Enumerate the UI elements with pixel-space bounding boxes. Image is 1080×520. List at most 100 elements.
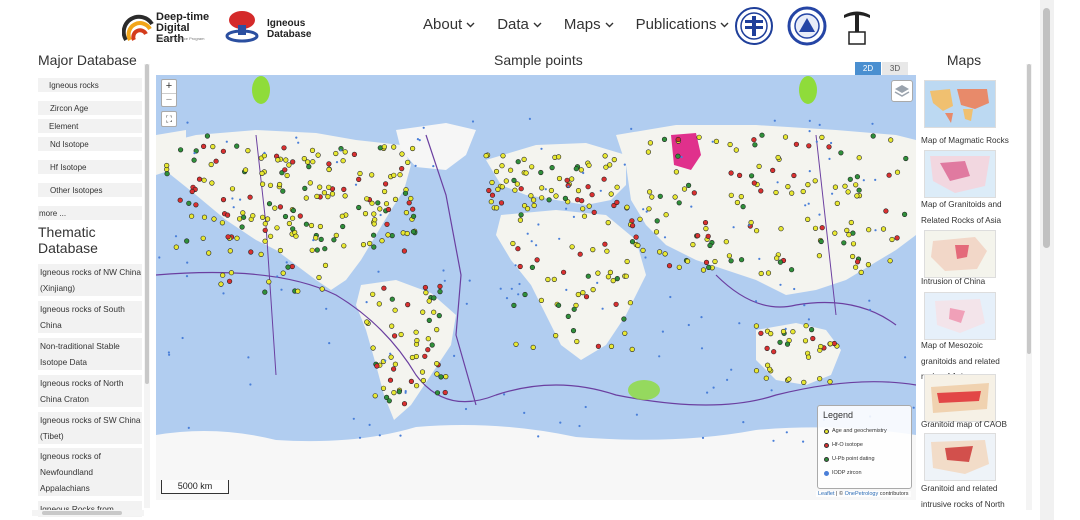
sample-point[interactable] [220,272,226,278]
sample-point[interactable] [377,206,383,212]
sample-point[interactable] [695,233,701,239]
iodp-point[interactable] [222,292,225,295]
sample-point[interactable] [810,335,816,342]
iodp-point[interactable] [644,256,647,259]
sample-point[interactable] [370,345,376,351]
map-thumbnail-granitoids-asia[interactable] [924,150,996,198]
sample-point[interactable] [357,170,363,177]
sample-point[interactable] [204,133,211,139]
sample-point[interactable] [362,211,369,217]
toggle-3d-button[interactable]: 3D [882,62,908,75]
iodp-point[interactable] [700,316,703,319]
sample-point[interactable] [397,172,403,178]
sample-point[interactable] [832,184,839,190]
sample-point[interactable] [370,291,376,297]
sample-point[interactable] [414,383,420,389]
iodp-point[interactable] [793,287,796,291]
sample-point[interactable] [356,176,362,182]
sample-point[interactable] [392,196,399,202]
sample-point[interactable] [267,233,274,239]
iodp-point[interactable] [701,436,705,439]
sample-point[interactable] [341,186,347,192]
sample-point[interactable] [886,172,892,178]
iodp-point[interactable] [505,297,509,300]
sample-point[interactable] [738,193,744,200]
sample-point[interactable] [791,172,797,179]
sample-point[interactable] [614,199,620,205]
sample-point[interactable] [290,215,296,221]
sample-point[interactable] [595,270,601,276]
sample-point[interactable] [728,192,734,198]
sample-point[interactable] [178,147,184,153]
sample-point[interactable] [676,264,682,270]
sample-point[interactable] [607,269,614,275]
sample-point[interactable] [738,257,745,263]
sample-point[interactable] [308,222,315,229]
leaflet-link[interactable]: Leaflet [818,491,835,497]
sample-point[interactable] [887,258,893,264]
iodp-point[interactable] [365,301,368,304]
iodp-point[interactable] [572,215,575,218]
major-item-zircon-age[interactable]: Zircon Age [38,101,142,115]
sample-point[interactable] [429,342,435,348]
sample-point[interactable] [259,214,266,220]
institution-emblem-3-icon[interactable] [840,6,874,50]
sample-point[interactable] [411,213,417,219]
sample-point[interactable] [515,159,521,165]
sample-point[interactable] [590,287,596,293]
map-thumbnail-intrusion-china[interactable] [924,230,996,278]
sample-point[interactable] [389,296,395,302]
iodp-point[interactable] [669,295,672,299]
sample-point[interactable] [201,214,208,220]
sample-point[interactable] [728,170,734,176]
iodp-point[interactable] [770,389,773,392]
sample-point[interactable] [604,248,610,254]
sample-point[interactable] [580,290,586,296]
sample-point[interactable] [391,366,397,372]
sample-point[interactable] [371,232,377,238]
sample-point[interactable] [826,144,832,150]
sample-point[interactable] [569,244,575,250]
sample-point[interactable] [574,338,580,345]
onepetrology-link[interactable]: OnePetrology [845,491,879,497]
sample-point[interactable] [274,225,280,231]
iodp-point[interactable] [379,213,382,217]
sample-point[interactable] [657,193,663,199]
sample-point[interactable] [614,184,620,190]
sample-point[interactable] [858,269,864,275]
sample-point[interactable] [266,279,272,285]
sample-point[interactable] [267,182,274,188]
sample-point[interactable] [788,267,795,273]
sample-point[interactable] [630,223,636,229]
sample-point[interactable] [585,273,591,279]
sample-point[interactable] [707,242,713,249]
iodp-point[interactable] [559,421,562,424]
sample-point[interactable] [514,181,520,187]
sample-point[interactable] [277,247,283,254]
sample-point[interactable] [608,191,614,197]
sample-point[interactable] [396,389,402,395]
sample-point[interactable] [661,136,668,143]
sample-point[interactable] [351,151,357,157]
sample-point[interactable] [387,377,394,383]
sample-point[interactable] [240,214,247,220]
sample-point[interactable] [726,253,733,259]
sample-point[interactable] [262,289,268,295]
iodp-point[interactable] [582,171,585,175]
sample-point[interactable] [512,187,518,193]
iodp-point[interactable] [471,120,475,123]
sample-point[interactable] [562,195,569,201]
iodp-point[interactable] [377,270,380,273]
sample-point[interactable] [309,147,316,153]
sample-point[interactable] [177,197,183,203]
sample-point[interactable] [326,184,332,190]
fullscreen-icon[interactable]: ⛶ [161,111,177,127]
iodp-point[interactable] [599,189,602,192]
sample-point[interactable] [250,213,256,219]
iodp-point[interactable] [630,127,633,130]
iodp-point[interactable] [773,119,776,122]
sample-point[interactable] [360,242,367,248]
map-thumbnail-north-intrusive[interactable] [924,433,996,481]
sample-point[interactable] [431,309,437,315]
sample-point[interactable] [832,230,838,236]
